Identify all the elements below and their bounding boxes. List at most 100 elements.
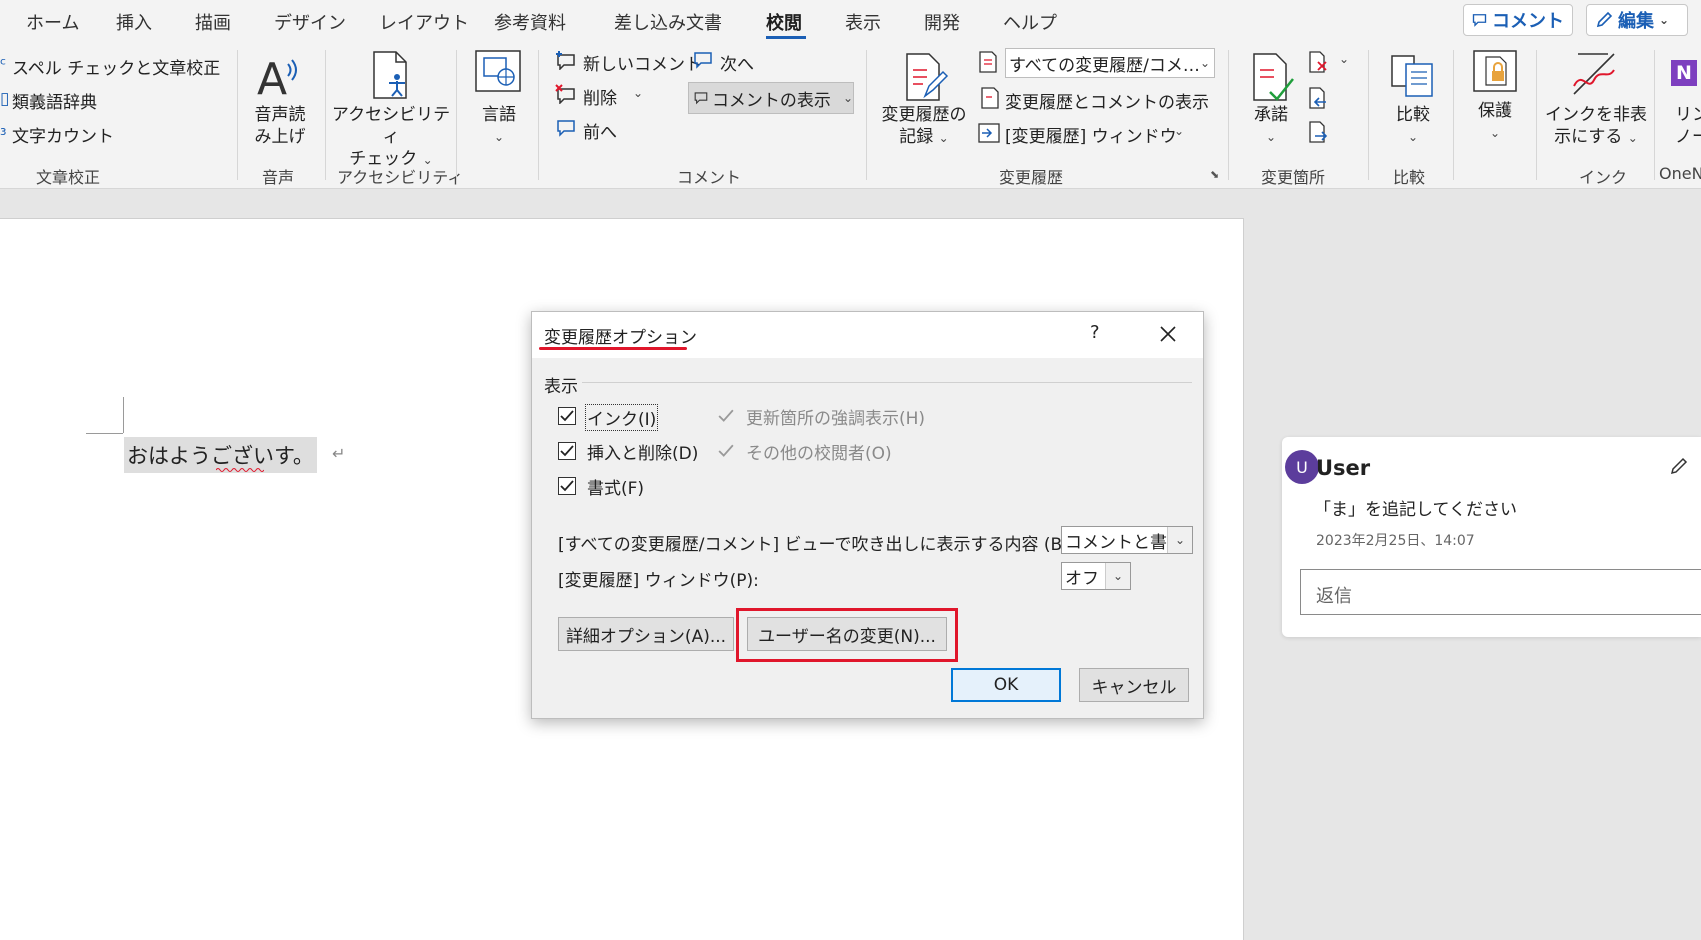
hide-ink-label-1: インクを非表: [1545, 105, 1647, 125]
dialog-launcher-icon[interactable]: ⬊: [1210, 168, 1219, 181]
comment-author: User: [1316, 456, 1371, 480]
chevron-down-icon: ⌄: [1199, 56, 1210, 70]
editing-mode-button[interactable]: 編集 ⌄: [1586, 4, 1688, 36]
compare-button[interactable]: 比較 ⌄: [1382, 104, 1444, 148]
group-separator: [456, 50, 457, 180]
balloons-dropdown[interactable]: コメントと書式 ⌄: [1061, 526, 1193, 554]
ok-button[interactable]: OK: [951, 668, 1061, 702]
tab-review[interactable]: 校閲: [766, 9, 802, 35]
show-markup-icon: [981, 87, 999, 109]
tab-developer[interactable]: 開発: [924, 9, 960, 35]
ribbon-tab-bar: ホーム 挿入 描画 デザイン レイアウト 参考資料 差し込み文書 校閲 表示 開…: [0, 0, 1701, 42]
new-comment-icon: [556, 51, 575, 70]
svg-text:A: A: [257, 54, 287, 100]
change-user-name-button[interactable]: ユーザー名の変更(N)...: [747, 617, 947, 651]
tab-view[interactable]: 表示: [845, 9, 881, 35]
formatting-checkbox[interactable]: [558, 477, 576, 495]
protect-label: 保護: [1478, 101, 1512, 121]
chevron-down-icon: ⌄: [1265, 130, 1277, 144]
group-separator: [1453, 50, 1454, 180]
delete-comment-button[interactable]: 削除: [583, 84, 617, 109]
new-comment-button[interactable]: 新しいコメント: [583, 50, 702, 75]
title-red-underline-annotation: [539, 347, 687, 350]
tab-home[interactable]: ホーム: [26, 9, 79, 35]
edit-comment-icon[interactable]: [1669, 456, 1689, 476]
read-aloud-label-2: み上げ: [254, 127, 306, 147]
accept-button[interactable]: 承諾 ⌄: [1240, 104, 1302, 148]
reply-input[interactable]: 返信: [1300, 569, 1701, 615]
language-button[interactable]: 言語 ⌄: [470, 104, 528, 148]
chevron-down-icon: ⌄: [1196, 90, 1207, 104]
formatting-label[interactable]: 書式(F): [587, 474, 644, 499]
ink-checkbox[interactable]: [558, 407, 576, 425]
other-authors-checkbox: [717, 442, 735, 460]
spelling-grammar-button[interactable]: スペル チェックと文章校正: [12, 54, 220, 79]
reviewing-pane-label: [変更履歴] ウィンドウ(P):: [558, 571, 759, 591]
insertions-deletions-label[interactable]: 挿入と削除(D): [587, 439, 698, 464]
group-label-tracking: 変更履歴: [999, 168, 1064, 187]
previous-comment-icon: [557, 120, 575, 137]
ribbon: ᶜ スペル チェックと文章校正 ⌄ ▯ 類義語辞典 ɜ 文字カウント 文章校正 …: [0, 42, 1701, 189]
protect-button[interactable]: 保護 ⌄: [1464, 100, 1526, 144]
show-comments-button[interactable]: コメントの表示 ⌄: [688, 82, 854, 114]
chevron-down-icon: ⌄: [633, 86, 644, 100]
previous-comment-button[interactable]: 前へ: [583, 118, 617, 143]
show-markup-button[interactable]: 変更履歴とコメントの表示: [1005, 88, 1209, 113]
accept-icon: [1253, 53, 1294, 101]
reply-placeholder: 返信: [1316, 586, 1352, 607]
thesaurus-button[interactable]: 類義語辞典: [12, 88, 97, 113]
group-separator: [538, 50, 539, 180]
onenote-icon: N: [1671, 60, 1697, 86]
comments-button[interactable]: コメント: [1463, 4, 1573, 36]
word-count-button[interactable]: 文字カウント: [12, 122, 114, 147]
reject-icon[interactable]: [1307, 50, 1329, 74]
track-changes-options-dialog: 変更履歴オプション ? 表示 インク(I) 挿入と削除(D) 書式(F) 更新箇…: [531, 311, 1204, 719]
advanced-options-label: 詳細オプション(A)...: [565, 626, 727, 647]
section-heading-display: 表示: [544, 377, 578, 397]
tab-insert[interactable]: 挿入: [116, 9, 152, 35]
tab-help[interactable]: ヘルプ: [1003, 9, 1057, 35]
highlight-updates-label: 更新箇所の強調表示(H): [746, 409, 926, 429]
highlight-updates-checkbox: [717, 407, 735, 425]
next-comment-button[interactable]: 次へ: [720, 50, 754, 75]
cancel-button[interactable]: キャンセル: [1079, 668, 1189, 702]
accessibility-check-button[interactable]: アクセシビリティ チェック ⌄: [330, 104, 452, 171]
tab-references[interactable]: 参考資料: [494, 9, 566, 35]
dialog-titlebar: 変更履歴オプション ?: [532, 312, 1203, 358]
thesaurus-icon: ▯: [0, 89, 10, 109]
track-changes-button[interactable]: 変更履歴の 記録 ⌄: [876, 104, 972, 149]
display-for-review-dropdown[interactable]: すべての変更履歴/コメ… ⌄: [1005, 48, 1215, 78]
display-for-review-icon: [979, 51, 997, 73]
close-icon[interactable]: [1159, 325, 1177, 343]
word-count-icon: ɜ: [0, 124, 7, 138]
read-aloud-button[interactable]: 音声読 み上げ: [240, 104, 320, 148]
previous-change-icon[interactable]: [1307, 86, 1329, 110]
group-separator: [1536, 50, 1537, 180]
group-label-speech: 音声: [262, 168, 295, 187]
comment-card[interactable]: U User 「ま」を追記してください 2023年2月25日、14:07 返信: [1282, 437, 1701, 637]
linked-notes-button[interactable]: リン ノー: [1675, 104, 1701, 148]
document-paragraph[interactable]: おはようございす。: [127, 440, 314, 470]
chevron-down-icon: ⌄: [842, 91, 853, 105]
reviewing-pane-dropdown[interactable]: オフ ⌄: [1061, 562, 1131, 590]
tab-draw[interactable]: 描画: [195, 9, 231, 35]
help-button[interactable]: ?: [1090, 322, 1100, 343]
tab-design[interactable]: デザイン: [274, 9, 346, 35]
tab-layout[interactable]: レイアウト: [379, 9, 469, 35]
hide-ink-button[interactable]: インクを非表 示にする ⌄: [1544, 104, 1648, 149]
editing-mode-label: 編集: [1618, 11, 1654, 32]
advanced-options-button[interactable]: 詳細オプション(A)...: [558, 617, 734, 651]
chevron-down-icon: ⌄: [1105, 563, 1130, 589]
accessibility-label-1: アクセシビリティ: [331, 105, 451, 147]
linked-notes-label-2: ノー: [1675, 127, 1701, 147]
pencil-icon: [1596, 11, 1613, 28]
ink-checkbox-label[interactable]: インク(I): [585, 404, 659, 431]
tab-mailings[interactable]: 差し込み文書: [614, 9, 722, 35]
chevron-down-icon: ⌄: [1659, 13, 1670, 27]
margin-marker-horizontal: [86, 433, 123, 434]
insertions-deletions-checkbox[interactable]: [558, 442, 576, 460]
group-label-compare: 比較: [1393, 168, 1426, 187]
balloons-label: [すべての変更履歴/コメント] ビューで吹き出しに表示する内容 (B):: [558, 535, 1075, 555]
reviewing-pane-button[interactable]: [変更履歴] ウィンドウ: [1005, 122, 1177, 147]
next-change-icon[interactable]: [1307, 120, 1329, 144]
